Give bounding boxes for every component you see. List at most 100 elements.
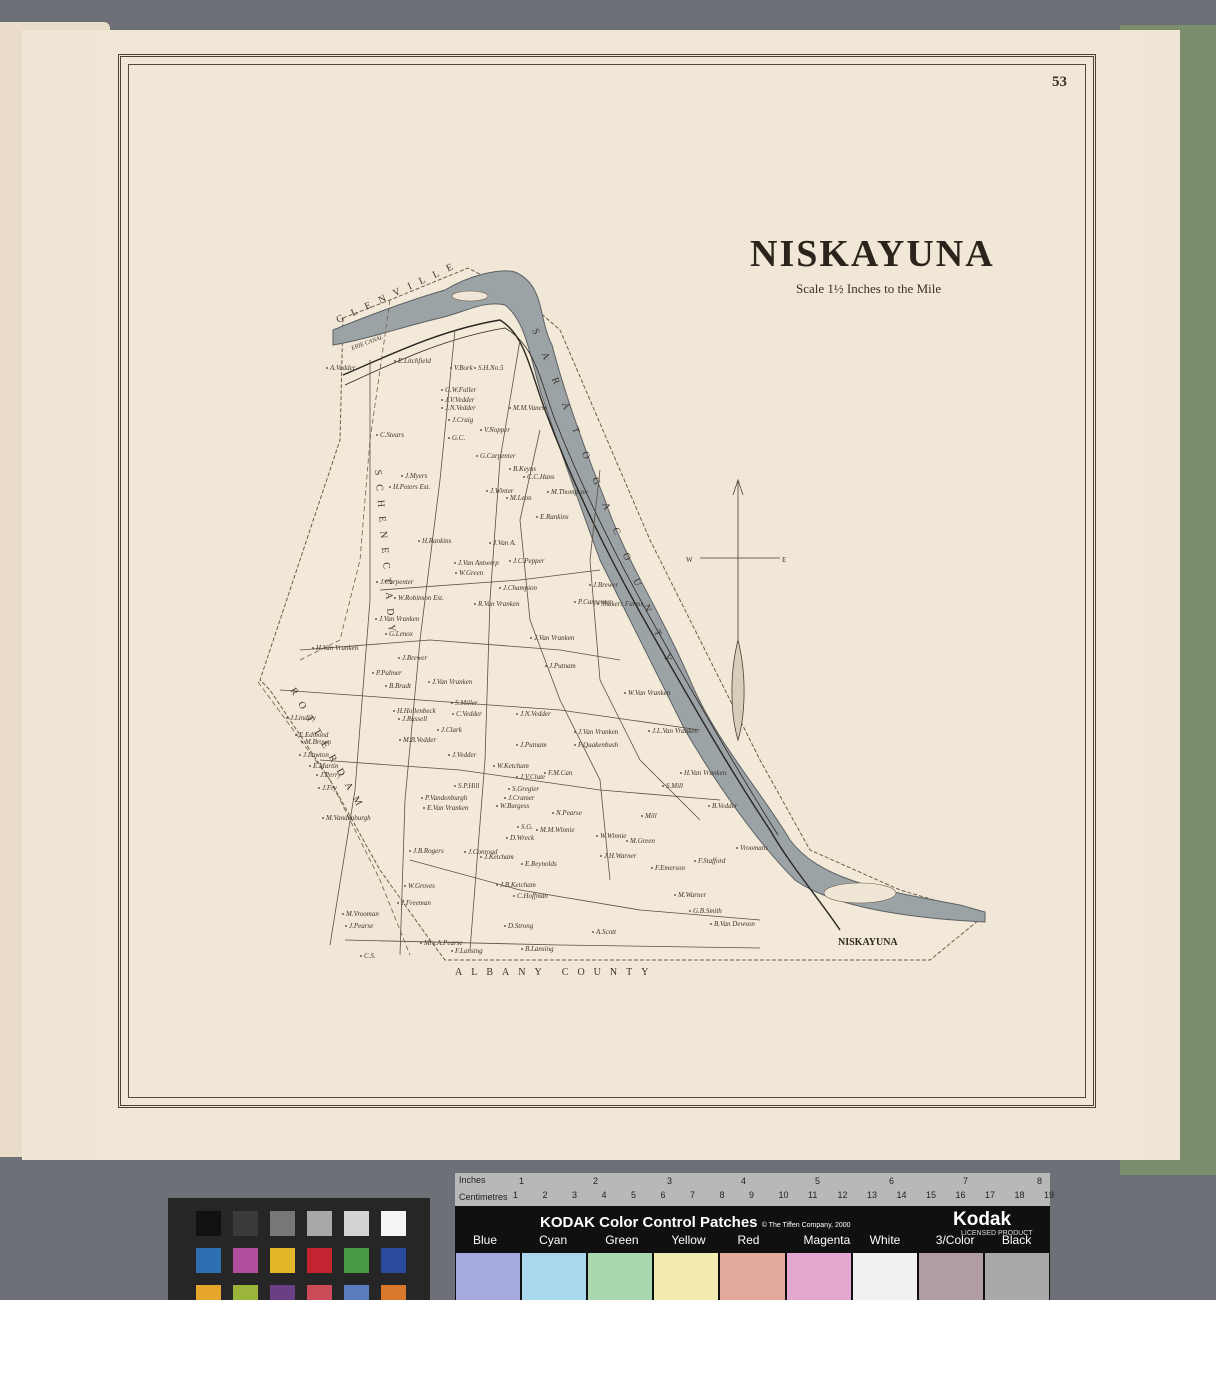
house-marker bbox=[547, 491, 549, 493]
cm-tick-label: 3 bbox=[572, 1190, 578, 1200]
house-marker bbox=[509, 560, 511, 562]
house-marker bbox=[506, 497, 508, 499]
river-island bbox=[451, 290, 489, 302]
owner-label: J.V.Vedder bbox=[445, 396, 475, 404]
compass-west: W bbox=[686, 556, 693, 564]
house-marker bbox=[504, 797, 506, 799]
owner-label: F.Lansing bbox=[454, 947, 483, 955]
house-marker bbox=[596, 835, 598, 837]
footer-area bbox=[0, 1300, 1216, 1390]
owner-label: J.Van Vranken bbox=[578, 728, 619, 736]
house-marker bbox=[517, 826, 519, 828]
owner-label: J.Van A. bbox=[493, 539, 516, 547]
house-marker bbox=[509, 468, 511, 470]
owner-label: B.Vedder bbox=[712, 802, 738, 810]
patch-name: White bbox=[869, 1233, 901, 1247]
owner-label: F.M.Can bbox=[547, 769, 573, 777]
house-marker bbox=[474, 603, 476, 605]
reference-swatch bbox=[270, 1248, 295, 1273]
owner-label: J.V.Clute bbox=[520, 773, 545, 781]
owner-label: E.Martin bbox=[312, 762, 339, 770]
house-marker bbox=[600, 855, 602, 857]
house-marker bbox=[708, 805, 710, 807]
owner-label: J.Champion bbox=[503, 584, 538, 592]
owner-label: J.Putnam bbox=[520, 741, 547, 749]
house-marker bbox=[480, 856, 482, 858]
color-patch bbox=[720, 1253, 785, 1300]
owner-label: J.Russell bbox=[402, 715, 427, 723]
house-marker bbox=[401, 475, 403, 477]
owner-label: J.Brewer bbox=[402, 654, 427, 662]
owner-label: D.Wreck bbox=[509, 834, 535, 842]
cm-tick-label: 8 bbox=[719, 1190, 725, 1200]
owner-label: G.W.Fuller bbox=[445, 386, 477, 394]
house-marker bbox=[394, 360, 396, 362]
owner-label: J.B.Rogers bbox=[413, 847, 444, 855]
cm-tick-label: 6 bbox=[660, 1190, 666, 1200]
owner-label: H.Hollenbeck bbox=[396, 707, 437, 715]
house-marker bbox=[589, 584, 591, 586]
owner-label: S.Miller bbox=[455, 699, 478, 707]
house-marker bbox=[450, 367, 452, 369]
reference-swatch bbox=[196, 1211, 221, 1236]
house-marker bbox=[574, 731, 576, 733]
house-marker bbox=[393, 710, 395, 712]
reference-swatch bbox=[381, 1211, 406, 1236]
reference-swatch bbox=[307, 1211, 332, 1236]
kodak-color-control-card: Inches Centimetres 12345678 1 2 3 4 5 6 7 8 9 10 1… bbox=[455, 1173, 1054, 1300]
cm-tick-label: 5 bbox=[631, 1190, 637, 1200]
kodak-logo: Kodak bbox=[953, 1209, 1012, 1230]
inch-tick-label: 3 bbox=[667, 1176, 673, 1186]
house-marker bbox=[455, 572, 457, 574]
owner-label: S.H.No.5 bbox=[478, 364, 504, 372]
house-marker bbox=[496, 884, 498, 886]
house-marker bbox=[516, 776, 518, 778]
owner-label: M.B.Vedder bbox=[402, 736, 436, 744]
owner-label: J.L.Van Vranken bbox=[652, 727, 698, 735]
owner-label: P.Palmer bbox=[375, 669, 402, 677]
reference-swatch bbox=[196, 1285, 221, 1300]
cm-tick-label: 14 bbox=[896, 1190, 907, 1200]
owner-label: H.Rankins bbox=[421, 537, 452, 545]
owner-label: M.M.Winnie bbox=[539, 826, 575, 834]
house-marker bbox=[448, 419, 450, 421]
reference-swatch bbox=[307, 1285, 332, 1300]
reference-swatch bbox=[196, 1248, 221, 1273]
ruler-strip: Inches Centimetres 12345678 1 2 3 4 5 6 7 8 9 10 1… bbox=[455, 1173, 1054, 1206]
house-marker bbox=[428, 681, 430, 683]
house-marker bbox=[694, 860, 696, 862]
owner-label: J.Putnam bbox=[549, 662, 576, 670]
cm-tick-label: 17 bbox=[985, 1190, 996, 1200]
owner-label: J.Vedder bbox=[452, 751, 477, 759]
house-marker bbox=[508, 788, 510, 790]
house-marker bbox=[398, 718, 400, 720]
inch-tick-label: 6 bbox=[889, 1176, 895, 1186]
owner-label: W.Van Vranken bbox=[628, 689, 671, 697]
house-marker bbox=[389, 486, 391, 488]
owner-label: J.Freeman bbox=[401, 899, 431, 907]
owner-label: C.Vedder bbox=[456, 710, 482, 718]
house-marker bbox=[451, 702, 453, 704]
reference-swatch bbox=[307, 1248, 332, 1273]
house-marker bbox=[418, 540, 420, 542]
house-marker bbox=[504, 925, 506, 927]
inch-tick-label: 2 bbox=[593, 1176, 599, 1186]
patch-name: Magenta bbox=[803, 1233, 851, 1247]
owner-label: C.Stears bbox=[380, 431, 404, 439]
house-marker bbox=[409, 850, 411, 852]
owner-label: C.Hoffman bbox=[517, 892, 548, 900]
owner-label: J.Van Antwerp bbox=[458, 559, 499, 567]
owner-label: M.Vrooman bbox=[345, 910, 379, 918]
owner-label: J.N.Vedder bbox=[520, 710, 551, 718]
owner-label: J.Craig bbox=[452, 416, 474, 424]
house-marker bbox=[626, 840, 628, 842]
owner-label: J.Van Vranken bbox=[432, 678, 473, 686]
house-marker bbox=[309, 765, 311, 767]
reference-swatch bbox=[381, 1248, 406, 1273]
owner-label: W.Winnie bbox=[600, 832, 626, 840]
house-marker bbox=[544, 772, 546, 774]
owner-label: N.Pearse bbox=[555, 809, 582, 817]
reference-swatch bbox=[270, 1285, 295, 1300]
patch-name: Green bbox=[605, 1233, 639, 1247]
owner-label: H.Van Vranken bbox=[683, 769, 727, 777]
